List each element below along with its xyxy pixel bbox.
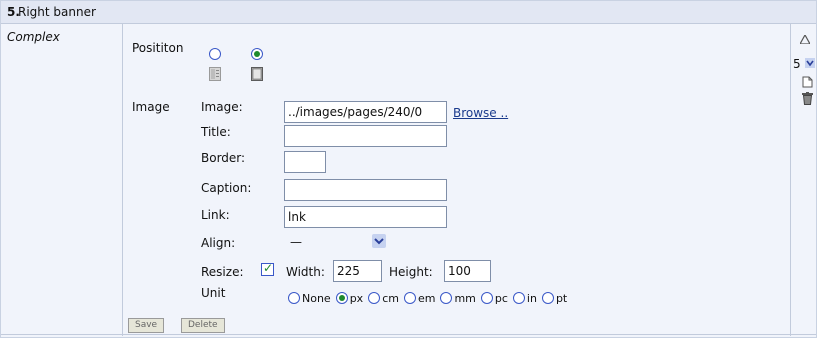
section-header: 5. Right banner (1, 1, 816, 24)
image-field-label: Image: (201, 100, 243, 114)
unit-in-label: in (526, 291, 537, 305)
width-input[interactable] (333, 260, 382, 282)
height-input[interactable] (444, 260, 491, 282)
title-input[interactable] (284, 125, 447, 147)
browse-link[interactable]: Browse .. (453, 106, 508, 120)
unit-pc-label: pc (494, 291, 508, 305)
unit-cm-radio[interactable] (368, 292, 381, 304)
border-input[interactable] (284, 151, 326, 173)
title-field-label: Title: (201, 125, 231, 139)
content-block-panel: 5. Right banner Complex 5 Posititon Imag… (0, 0, 817, 338)
caption-input[interactable] (284, 179, 447, 201)
align-field-label: Align: (201, 236, 236, 250)
unit-em-label: em (417, 291, 436, 305)
save-button[interactable]: Save (128, 318, 165, 333)
align-chevron-down-icon[interactable] (372, 234, 386, 248)
unit-none-label: None (302, 291, 331, 305)
block-type-label: Complex (7, 30, 60, 44)
order-select-chevron-icon[interactable] (805, 58, 815, 68)
caption-field-label: Caption: (201, 181, 252, 195)
border-field-label: Border: (201, 151, 246, 165)
align-select[interactable]: — (290, 235, 368, 253)
unit-mm-label: mm (454, 291, 476, 305)
image-path-input[interactable] (284, 101, 447, 123)
panel-bottom-divider (1, 334, 816, 335)
position-right-radio[interactable] (251, 48, 263, 60)
link-field-label: Link: (201, 208, 230, 222)
link-input[interactable] (284, 206, 447, 228)
unit-em-radio[interactable] (403, 292, 416, 304)
unit-px-radio[interactable] (335, 292, 348, 304)
width-label: Width: (286, 265, 325, 279)
unit-label: Unit (201, 286, 226, 300)
unit-pt-label: pt (555, 291, 568, 305)
unit-in-radio[interactable] (512, 292, 525, 304)
unit-pt-radio[interactable] (541, 292, 554, 304)
unit-radio-group: None px cm em mm pc in pt (288, 290, 572, 306)
move-up-icon[interactable] (800, 35, 810, 44)
position-left-radio[interactable] (209, 48, 221, 60)
unit-none-radio[interactable] (288, 292, 300, 304)
block-controls-column: 5 (790, 24, 817, 336)
block-type-column: Complex (1, 24, 123, 336)
layout-right-icon[interactable] (251, 67, 263, 81)
section-title: Right banner (18, 5, 96, 19)
unit-mm-radio[interactable] (440, 292, 453, 304)
unit-pc-radio[interactable] (480, 292, 493, 304)
height-label: Height: (389, 265, 433, 279)
order-select-value[interactable]: 5 (793, 57, 801, 71)
new-page-icon[interactable] (802, 76, 813, 88)
image-group-label: Image (132, 100, 170, 114)
delete-button[interactable]: Delete (181, 318, 225, 333)
position-label: Posititon (132, 41, 184, 55)
layout-left-icon[interactable] (209, 67, 221, 81)
trash-icon[interactable] (802, 92, 813, 105)
unit-px-label: px (349, 291, 364, 305)
unit-cm-label: cm (382, 291, 399, 305)
resize-label: Resize: (201, 265, 244, 279)
resize-checkbox[interactable] (261, 261, 274, 276)
